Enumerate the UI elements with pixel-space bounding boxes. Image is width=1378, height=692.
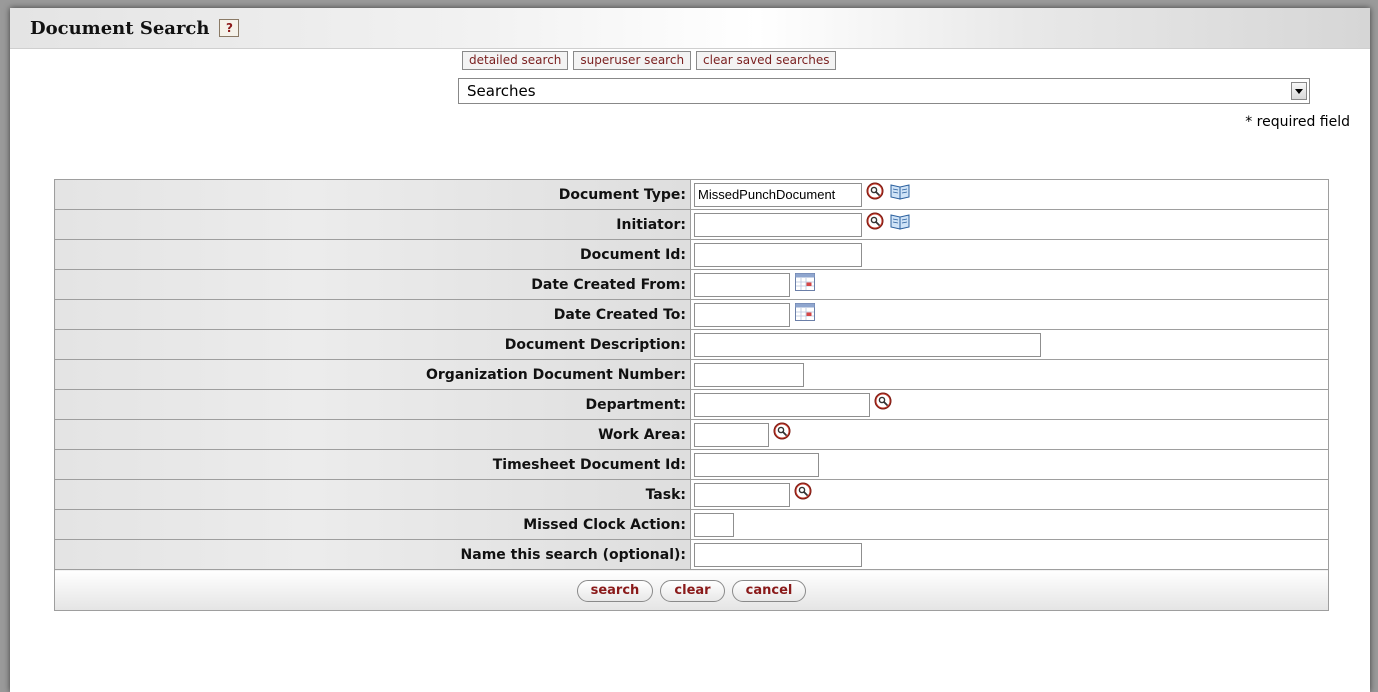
calendar-icon[interactable] [794,302,816,322]
form-actions: search clear cancel [54,569,1329,611]
form-row-department: Department: [54,389,1329,420]
date-created-from-input[interactable] [694,272,790,297]
document-id-label: Document Id: [54,239,691,270]
search-button[interactable]: search [576,579,654,602]
date-created-to-input[interactable] [694,302,790,327]
lookup-icon[interactable] [866,211,886,232]
search-name-input[interactable] [694,542,862,567]
work-area-label: Work Area: [54,419,691,450]
organization-document-number-label: Organization Document Number: [54,359,691,390]
required-field-note: * required field [1245,114,1350,130]
form-row-document-type: Document Type: MissedPunchDocument [54,179,1329,210]
work-area-input[interactable] [694,422,769,447]
organization-document-number-input[interactable] [694,362,804,387]
missed-clock-action-label: Missed Clock Action: [54,509,691,540]
date-created-to-label: Date Created To: [54,299,691,330]
initiator-label: Initiator: [54,209,691,240]
clear-button[interactable]: clear [660,579,725,602]
clear-saved-searches-button[interactable]: clear saved searches [696,51,837,70]
search-name-label: Name this search (optional): [54,539,691,570]
timesheet-document-id-label: Timesheet Document Id: [54,449,691,480]
help-icon[interactable]: ? [219,19,240,37]
book-icon[interactable] [889,212,911,232]
form-row-search-name: Name this search (optional): [54,539,1329,570]
lookup-icon[interactable] [794,481,814,502]
calendar-icon[interactable] [794,272,816,292]
page-title: Document Search [30,17,210,39]
task-label: Task: [54,479,691,510]
document-type-label: Document Type: [54,179,691,210]
lookup-icon[interactable] [773,421,793,442]
form-row-date-created-from: Date Created From: [54,269,1329,300]
title-bar: Document Search ? [10,8,1370,49]
form-row-document-description: Document Description: [54,329,1329,360]
document-description-label: Document Description: [54,329,691,360]
form-row-organization-document-number: Organization Document Number: [54,359,1329,390]
timesheet-document-id-input[interactable] [694,452,819,477]
document-id-input[interactable] [694,242,862,267]
form-row-work-area: Work Area: [54,419,1329,450]
task-input[interactable] [694,482,790,507]
book-icon[interactable] [889,182,911,202]
document-type-input[interactable]: MissedPunchDocument [694,182,862,207]
saved-searches-selected: Searches [467,82,536,100]
document-search-panel: Document Search ? detailed search superu… [10,8,1370,692]
lookup-icon[interactable] [866,181,886,202]
form-row-task: Task: [54,479,1329,510]
date-created-from-label: Date Created From: [54,269,691,300]
form-row-missed-clock-action: Missed Clock Action: [54,509,1329,540]
form-row-initiator: Initiator: [54,209,1329,240]
form-actions-row: search clear cancel [54,569,1329,611]
chevron-down-icon[interactable] [1291,82,1307,100]
department-label: Department: [54,389,691,420]
initiator-input[interactable] [694,212,862,237]
missed-clock-action-input[interactable] [694,512,734,537]
department-input[interactable] [694,392,870,417]
search-criteria-form: Document Type: MissedPunchDocument Initi… [54,179,1329,611]
lookup-icon[interactable] [874,391,894,412]
form-row-document-id: Document Id: [54,239,1329,270]
cancel-button[interactable]: cancel [731,579,807,602]
form-row-timesheet-document-id: Timesheet Document Id: [54,449,1329,480]
search-mode-toolbar: detailed search superuser search clear s… [462,51,837,70]
detailed-search-button[interactable]: detailed search [462,51,569,70]
saved-searches-dropdown[interactable]: Searches [458,78,1310,104]
document-description-input[interactable] [694,332,1041,357]
form-row-date-created-to: Date Created To: [54,299,1329,330]
superuser-search-button[interactable]: superuser search [573,51,692,70]
